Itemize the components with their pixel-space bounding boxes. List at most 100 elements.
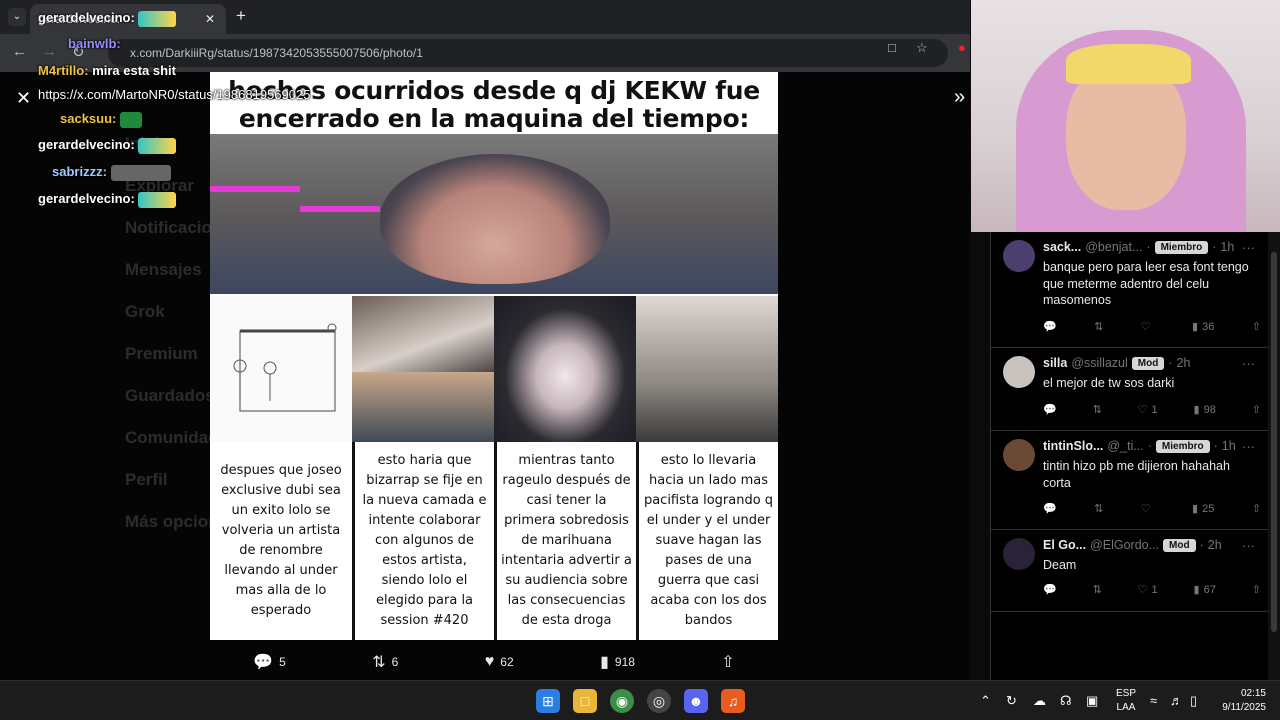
reply-item[interactable]: sack... @benjat... · Miembro · 1h ··· ba… bbox=[991, 232, 1269, 348]
tab-close-icon[interactable]: ✕ bbox=[202, 12, 218, 26]
like-count: 1 bbox=[1151, 403, 1158, 416]
obs-icon[interactable]: ◎ bbox=[647, 689, 671, 713]
new-tab-icon[interactable]: + bbox=[236, 6, 246, 26]
bar-chart-icon: ▮ bbox=[600, 654, 609, 671]
caption-1: despues que joseo exclusive dubi sea un … bbox=[210, 442, 352, 640]
extension-icon[interactable]: ● bbox=[958, 40, 966, 55]
share-icon[interactable]: ⇧ bbox=[1252, 403, 1261, 416]
language-indicator[interactable]: ESP LAA bbox=[1116, 687, 1136, 715]
microphone-icon[interactable]: ☊ bbox=[1060, 693, 1072, 709]
reply-button[interactable]: 💬 5 bbox=[253, 652, 286, 672]
avatar[interactable] bbox=[1003, 538, 1035, 570]
share-icon[interactable]: ⇧ bbox=[1252, 583, 1261, 596]
reply-text: el mejor de tw sos darki bbox=[1043, 376, 1175, 390]
chat-line: sabrizzz: bbox=[52, 164, 171, 181]
clock-date: 9/11/2025 bbox=[1222, 702, 1266, 713]
reply-item[interactable]: silla @ssillazul Mod · 2h ··· el mejor d… bbox=[991, 348, 1269, 431]
reply-actions: 💬 ⇅ ♡ ▮ 36 ⇧ bbox=[1043, 320, 1261, 334]
next-media-icon[interactable]: » bbox=[954, 86, 965, 109]
views-icon[interactable]: ▮ 98 bbox=[1194, 403, 1216, 417]
reply-handle[interactable]: @ElGordo... bbox=[1090, 538, 1159, 552]
repost-icon[interactable]: ⇅ bbox=[1093, 403, 1102, 416]
reply-handle[interactable]: @ssillazul bbox=[1071, 356, 1127, 370]
chat-user: gerardelvecino: bbox=[38, 10, 135, 25]
screen-capture-icon[interactable]: ▣ bbox=[1086, 693, 1098, 709]
clock-time: 02:15 bbox=[1240, 688, 1266, 699]
reply-actions: 💬 ⇅ ♡ 1 ▮ 98 ⇧ bbox=[1043, 403, 1261, 417]
replies-scrollbar[interactable] bbox=[1268, 232, 1280, 680]
wifi-icon[interactable]: ≈ bbox=[1150, 693, 1157, 708]
reply-item[interactable]: tintinSlo... @_ti... · Miembro · 1h ··· … bbox=[991, 431, 1269, 530]
sync-icon[interactable]: ↻ bbox=[1006, 693, 1017, 709]
avatar[interactable] bbox=[1003, 240, 1035, 272]
reply-header: silla @ssillazul Mod · 2h bbox=[1043, 356, 1191, 370]
share-icon[interactable]: ⇧ bbox=[1252, 320, 1261, 333]
repost-icon[interactable]: ⇅ bbox=[1093, 583, 1102, 596]
share-icon[interactable]: ⇧ bbox=[1252, 502, 1261, 515]
share-button[interactable]: ⇧ bbox=[721, 652, 734, 672]
avatar[interactable] bbox=[1003, 356, 1035, 388]
more-options-icon[interactable]: ··· bbox=[1242, 439, 1255, 454]
post-image[interactable]: hechos ocurridos desde q dj KEKW fue enc… bbox=[210, 72, 778, 640]
battery-icon[interactable]: ▯ bbox=[1190, 693, 1197, 709]
caption-row: despues que joseo exclusive dubi sea un … bbox=[210, 72, 778, 640]
repost-icon[interactable]: ⇅ bbox=[1094, 502, 1103, 515]
reply-icon[interactable]: 💬 bbox=[1043, 502, 1057, 515]
system-clock[interactable]: 02:15 9/11/2025 bbox=[1206, 687, 1266, 715]
forward-icon[interactable]: → bbox=[42, 43, 57, 60]
address-bar[interactable]: x.com/DarkiiiRg/status/19873420535550075… bbox=[108, 39, 948, 67]
volume-icon[interactable]: ♬ bbox=[1170, 693, 1183, 708]
reply-icon[interactable]: 💬 bbox=[1043, 583, 1057, 596]
chevron-up-icon[interactable]: ⌃ bbox=[980, 693, 991, 709]
cloud-icon[interactable]: ☁ bbox=[1033, 693, 1046, 709]
file-explorer-icon[interactable]: □ bbox=[573, 689, 597, 713]
chrome-icon[interactable]: ◉ bbox=[610, 689, 634, 713]
close-media-icon[interactable]: ✕ bbox=[16, 88, 31, 109]
fl-studio-icon[interactable]: ♫ bbox=[721, 689, 745, 713]
heart-icon[interactable]: ♡ bbox=[1141, 502, 1155, 515]
chat-line: gerardelvecino: bbox=[38, 137, 177, 154]
beanie-shape bbox=[1066, 44, 1191, 84]
discord-icon[interactable]: ☻ bbox=[684, 689, 708, 713]
like-button[interactable]: ♥ 62 bbox=[485, 653, 514, 671]
views-icon[interactable]: ▮ 67 bbox=[1194, 583, 1216, 597]
reply-icon[interactable]: 💬 bbox=[1043, 403, 1057, 416]
install-app-icon[interactable]: □ bbox=[888, 40, 896, 55]
view-count: 98 bbox=[1203, 403, 1216, 416]
scrollbar-thumb[interactable] bbox=[1271, 252, 1277, 632]
back-icon[interactable]: ← bbox=[12, 43, 27, 60]
reply-time[interactable]: 2h bbox=[1208, 538, 1222, 552]
heart-icon[interactable]: ♡ bbox=[1141, 320, 1155, 333]
start-windows-icon[interactable]: ⊞ bbox=[536, 689, 560, 713]
reply-author[interactable]: sack... bbox=[1043, 240, 1081, 254]
repost-icon[interactable]: ⇅ bbox=[1094, 320, 1103, 333]
repost-button[interactable]: ⇅ 6 bbox=[372, 652, 398, 672]
chat-user: gerardelvecino: bbox=[38, 191, 135, 206]
more-options-icon[interactable]: ··· bbox=[1242, 356, 1255, 371]
views-button[interactable]: ▮ 918 bbox=[600, 652, 635, 672]
reply-time[interactable]: 2h bbox=[1177, 356, 1191, 370]
reply-author[interactable]: silla bbox=[1043, 356, 1067, 370]
caption-2: esto haria que bizarrap se fije en la nu… bbox=[352, 442, 494, 640]
reply-time[interactable]: 1h bbox=[1222, 439, 1236, 453]
lang-layout: LAA bbox=[1116, 702, 1136, 713]
reply-author[interactable]: El Go... bbox=[1043, 538, 1086, 552]
more-options-icon[interactable]: ··· bbox=[1242, 538, 1255, 553]
reply-time[interactable]: 1h bbox=[1220, 240, 1234, 254]
views-icon[interactable]: ▮ 25 bbox=[1192, 502, 1214, 516]
caption-3: mientras tanto rageulo después de casi t… bbox=[494, 442, 636, 640]
more-options-icon[interactable]: ··· bbox=[1242, 240, 1255, 255]
reply-handle[interactable]: @benjat... bbox=[1085, 240, 1142, 254]
reply-author[interactable]: tintinSlo... bbox=[1043, 439, 1103, 453]
reply-handle[interactable]: @_ti... bbox=[1107, 439, 1143, 453]
reply-item[interactable]: El Go... @ElGordo... Mod · 2h ··· Deam 💬… bbox=[991, 530, 1269, 612]
tab-search-icon[interactable]: ⌄ bbox=[8, 8, 26, 26]
heart-icon[interactable]: ♡ 1 bbox=[1138, 403, 1158, 417]
avatar[interactable] bbox=[1003, 439, 1035, 471]
chat-line: sacksuu: bbox=[60, 111, 142, 128]
heart-icon[interactable]: ♡ 1 bbox=[1138, 583, 1158, 597]
bookmark-star-icon[interactable]: ☆ bbox=[916, 40, 928, 56]
reply-icon[interactable]: 💬 bbox=[1043, 320, 1057, 333]
member-badge: Miembro bbox=[1155, 439, 1210, 453]
views-icon[interactable]: ▮ 36 bbox=[1192, 320, 1214, 334]
